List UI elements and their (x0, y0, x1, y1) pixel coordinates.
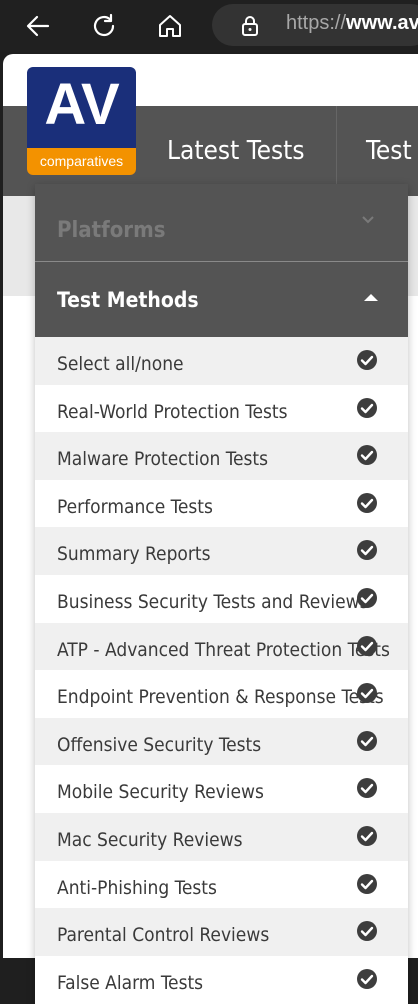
check-circle-icon[interactable] (356, 587, 378, 609)
caret-up-icon (364, 294, 378, 301)
filter-option[interactable]: Malware Protection Tests (35, 432, 408, 480)
web-page: Latest Tests Test AV comparatives Platfo… (3, 54, 418, 1004)
nav-divider (336, 106, 337, 196)
test-methods-list: Select all/none Real-World Protection Tes… (35, 337, 408, 1003)
lock-icon[interactable] (236, 12, 264, 40)
filter-option-label: Endpoint Prevention & Response Tests (57, 686, 384, 709)
nav-latest-tests[interactable]: Latest Tests (167, 136, 305, 166)
filter-option[interactable]: Summary Reports (35, 527, 408, 575)
check-circle-icon[interactable] (356, 920, 378, 942)
platforms-header[interactable]: Platforms (35, 184, 408, 261)
check-circle-icon[interactable] (356, 397, 378, 419)
filter-option[interactable]: False Alarm Tests (35, 956, 408, 1004)
filter-option-label: Malware Protection Tests (57, 448, 269, 471)
check-circle-icon[interactable] (356, 825, 378, 847)
filter-option-label: Real-World Protection Tests (57, 400, 288, 423)
filter-option[interactable]: Parental Control Reviews (35, 908, 408, 956)
filter-option[interactable]: Real-World Protection Tests (35, 385, 408, 433)
filter-option-label: Summary Reports (57, 543, 211, 566)
platforms-label: Platforms (57, 218, 166, 243)
check-circle-icon[interactable] (356, 968, 378, 990)
check-circle-icon[interactable] (356, 777, 378, 799)
check-circle-icon[interactable] (356, 444, 378, 466)
back-arrow-icon[interactable] (20, 8, 56, 44)
browser-toolbar: https://www.av (0, 0, 418, 52)
filter-option-label: Performance Tests (57, 495, 213, 518)
filter-option-label: Mac Security Reviews (57, 828, 243, 851)
filter-option[interactable]: Mobile Security Reviews (35, 765, 408, 813)
av-comparatives-logo[interactable]: AV comparatives (27, 67, 136, 175)
check-circle-icon[interactable] (356, 873, 378, 895)
filter-option[interactable]: Business Security Tests and Reviews (35, 575, 408, 623)
filter-option[interactable]: Select all/none (35, 337, 408, 385)
nav-test[interactable]: Test (366, 136, 412, 166)
filter-option-label: ATP - Advanced Threat Protection Tests (57, 638, 390, 661)
check-circle-icon[interactable] (356, 635, 378, 657)
chevron-down-icon (362, 216, 374, 224)
filter-option-label: False Alarm Tests (57, 971, 204, 994)
filter-dropdown: Platforms Test Methods Select all/none Re… (35, 184, 408, 1004)
filter-option-label: Mobile Security Reviews (57, 781, 264, 804)
filter-option[interactable]: Performance Tests (35, 480, 408, 528)
home-icon[interactable] (152, 8, 188, 44)
check-circle-icon[interactable] (356, 539, 378, 561)
filter-option[interactable]: ATP - Advanced Threat Protection Tests (35, 622, 408, 671)
filter-option[interactable]: Offensive Security Tests (35, 717, 408, 766)
address-url[interactable]: https://www.av (286, 12, 418, 35)
filter-option[interactable]: Endpoint Prevention & Response Tests (35, 670, 408, 718)
check-circle-icon[interactable] (356, 349, 378, 371)
test-methods-label: Test Methods (57, 288, 199, 312)
check-circle-icon[interactable] (356, 492, 378, 514)
filter-option-label: Parental Control Reviews (57, 924, 270, 947)
filter-option-label: Offensive Security Tests (57, 733, 262, 756)
filter-option-label: Select all/none (57, 353, 184, 375)
check-circle-icon[interactable] (356, 682, 378, 704)
logo-mark: AV (44, 72, 119, 137)
filter-option[interactable]: Anti-Phishing Tests (35, 861, 408, 909)
test-methods-header[interactable]: Test Methods (35, 262, 408, 337)
check-circle-icon[interactable] (356, 730, 378, 752)
refresh-icon[interactable] (86, 8, 122, 44)
filter-option[interactable]: Mac Security Reviews (35, 812, 408, 861)
filter-option-label: Business Security Tests and Reviews (57, 590, 369, 613)
logo-wordmark: comparatives (27, 148, 136, 175)
filter-option-label: Anti-Phishing Tests (57, 876, 217, 899)
url-domain: www.av (346, 12, 418, 34)
url-scheme: https:// (286, 12, 347, 34)
